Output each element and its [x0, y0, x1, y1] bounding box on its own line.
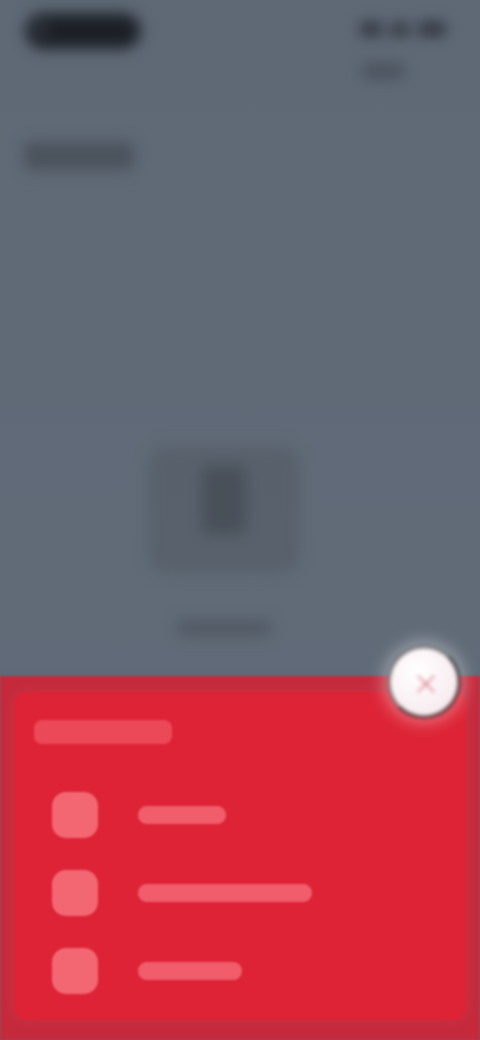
menu-item-label-text	[138, 884, 139, 885]
status-time-pill	[26, 14, 140, 48]
menu-option-icon	[52, 792, 98, 838]
camera-dot	[34, 22, 48, 36]
status-icons	[360, 18, 452, 42]
sheet-menu-item[interactable]	[32, 862, 392, 926]
menu-item-label-text	[138, 962, 139, 963]
close-icon	[414, 672, 438, 696]
menu-option-icon	[52, 870, 98, 916]
menu-item-label	[138, 962, 242, 980]
battery-icon	[418, 22, 446, 36]
sheet-title	[34, 720, 172, 744]
sheet-menu-item[interactable]	[32, 940, 392, 1004]
sheet-menu-item[interactable]	[32, 784, 392, 848]
close-button[interactable]	[388, 646, 460, 718]
wifi-icon	[390, 22, 410, 36]
sheet-title-text	[34, 720, 35, 721]
status-bar	[0, 0, 480, 84]
top-action-placeholder	[360, 62, 406, 80]
menu-item-label	[138, 884, 312, 902]
center-label-text	[176, 620, 177, 621]
menu-option-icon	[52, 948, 98, 994]
bottom-sheet-panel	[14, 692, 466, 1020]
page-title	[24, 142, 134, 170]
menu-item-label	[138, 806, 226, 824]
status-time	[26, 14, 27, 15]
app-screen	[0, 0, 480, 1040]
signal-icon	[360, 22, 382, 36]
menu-item-label-text	[138, 806, 139, 807]
bottom-sheet	[0, 676, 480, 1040]
page-title-text	[24, 142, 25, 143]
device-icon	[202, 466, 246, 534]
center-card	[148, 446, 300, 574]
center-label	[176, 620, 272, 636]
